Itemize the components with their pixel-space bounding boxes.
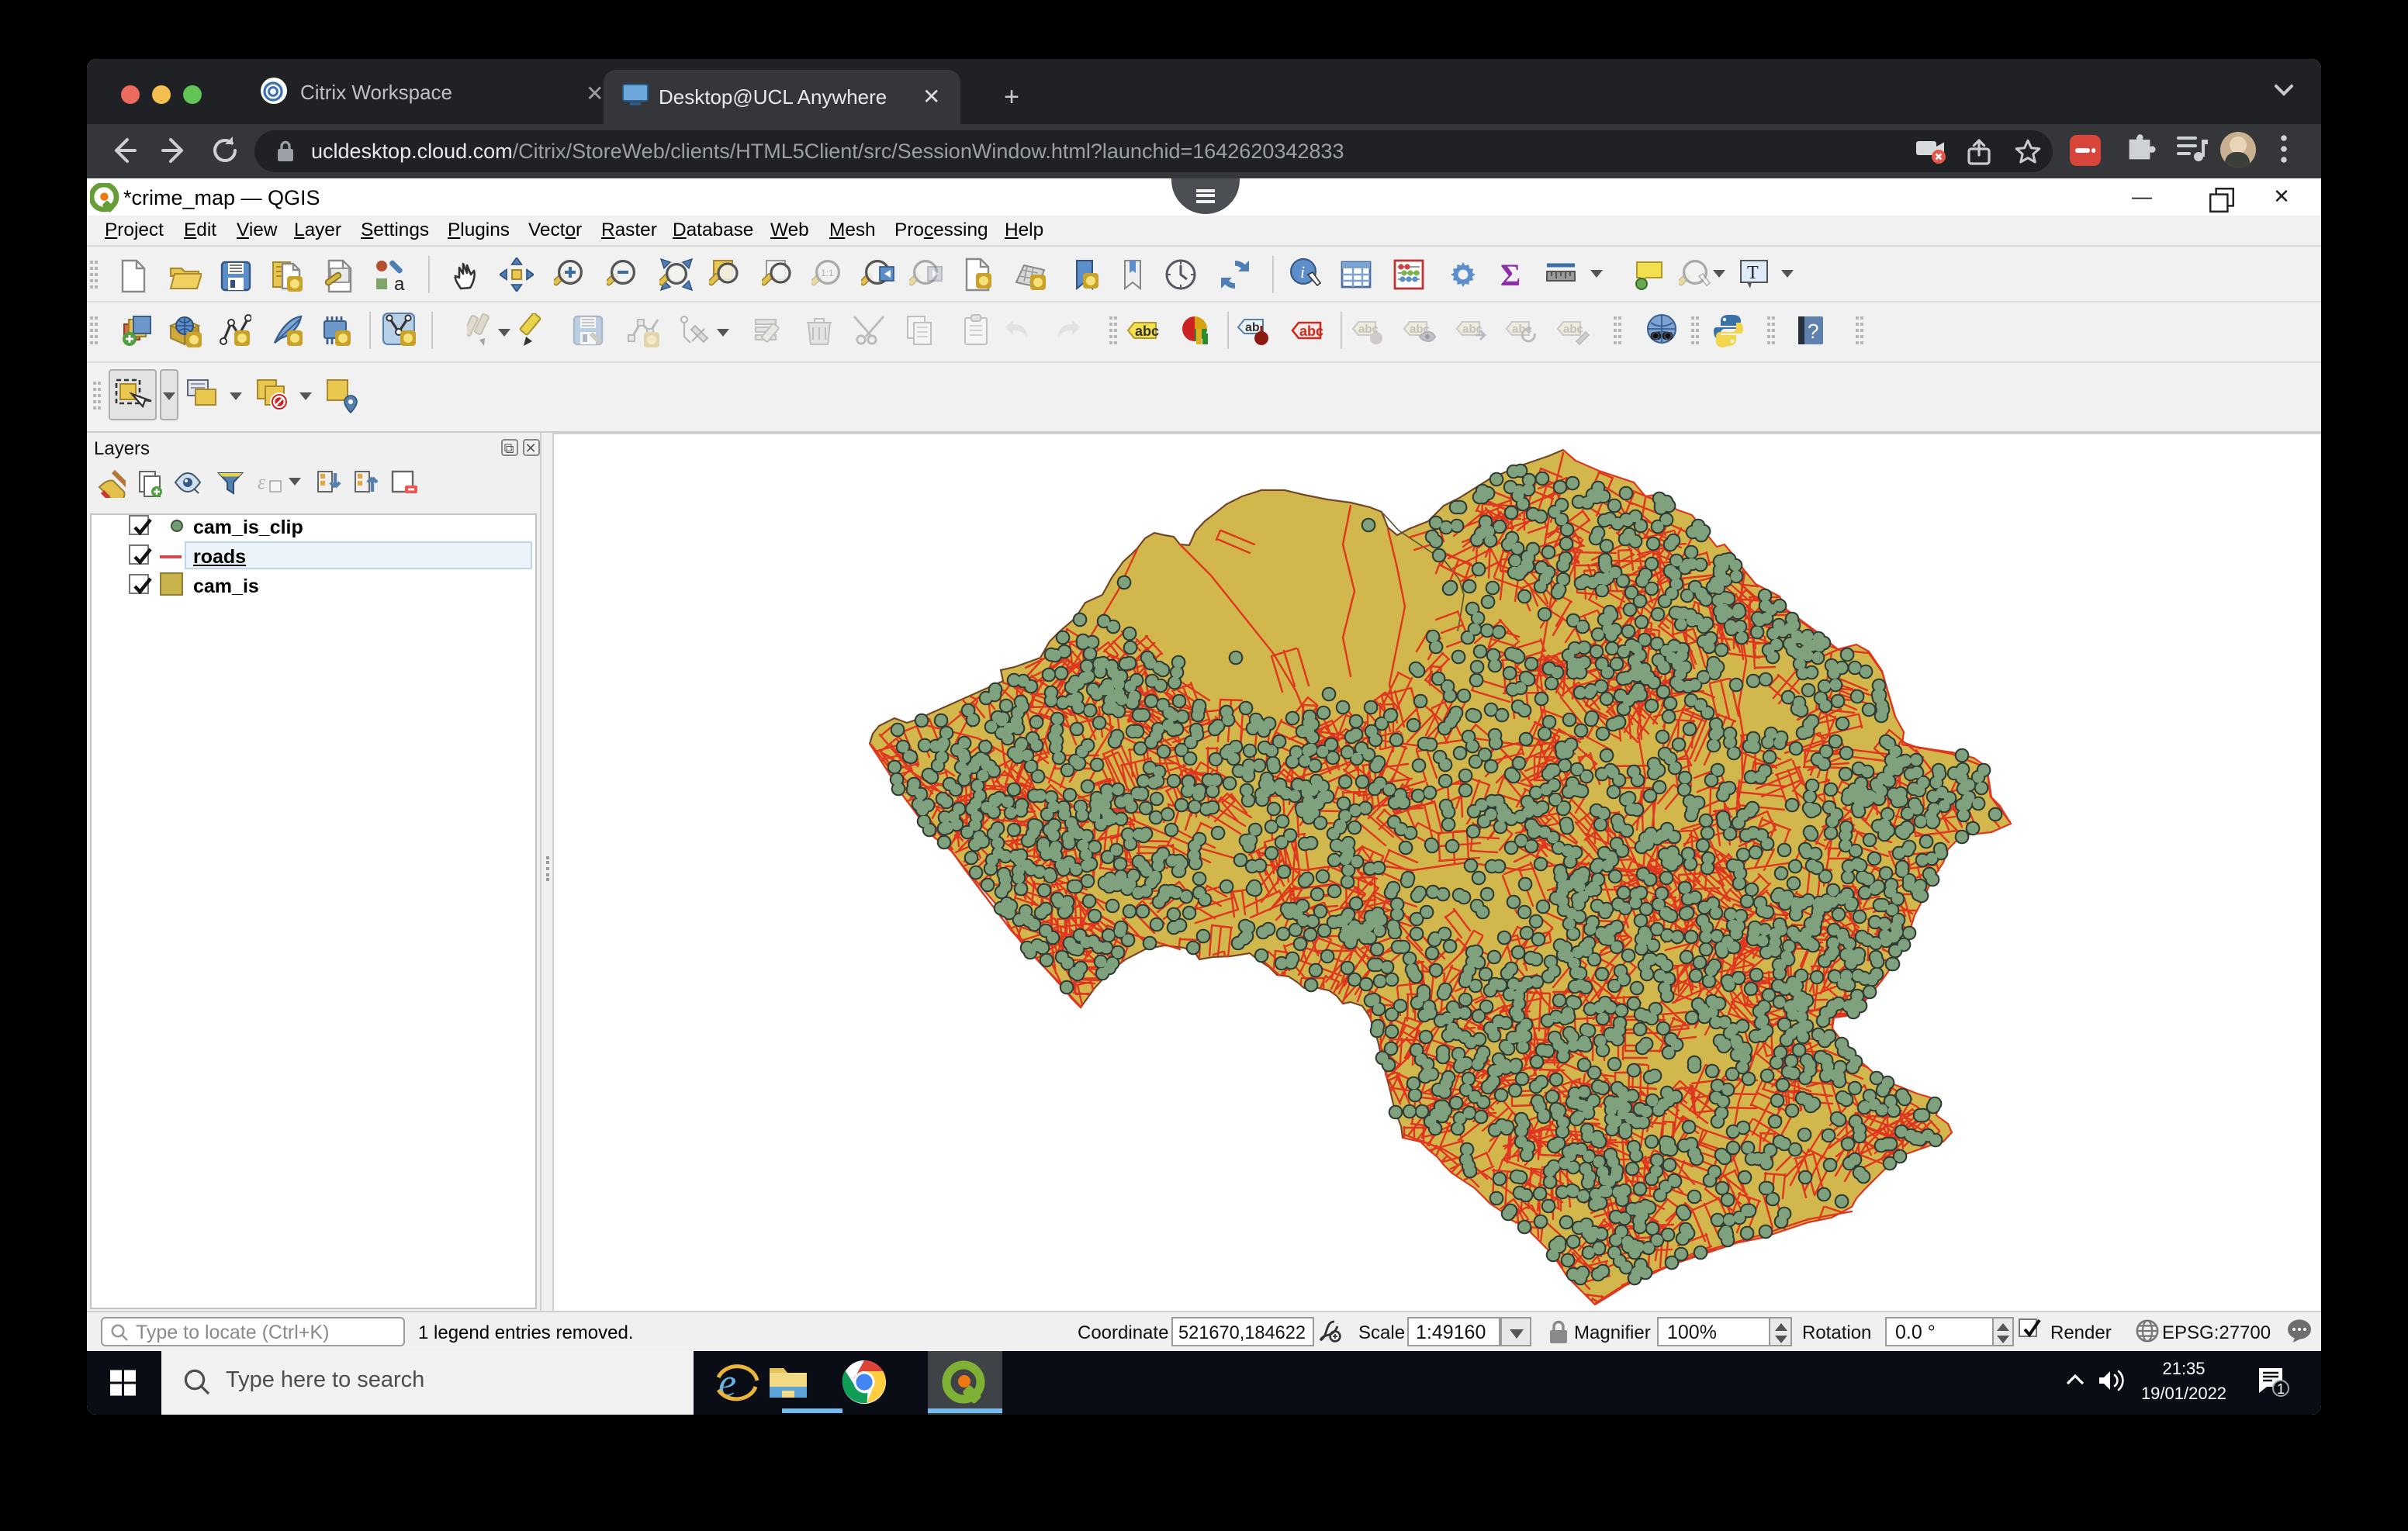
svg-text:i: i [1299,261,1304,281]
svg-text:1: 1 [2276,1381,2284,1397]
svg-text:T: T [1746,262,1758,282]
svg-text:abc: abc [1135,323,1159,339]
svg-text:a: a [394,273,405,292]
svg-text:ε: ε [258,470,266,492]
svg-text:?: ? [1808,320,1818,343]
svg-text:abc: abc [1299,323,1323,339]
svg-text:1:1: 1:1 [821,267,834,278]
svg-text:abc: abc [1462,323,1483,336]
svg-text:abc: abc [1562,323,1583,336]
svg-text:Σ: Σ [1500,257,1521,291]
svg-text:ab: ab [1245,321,1260,334]
